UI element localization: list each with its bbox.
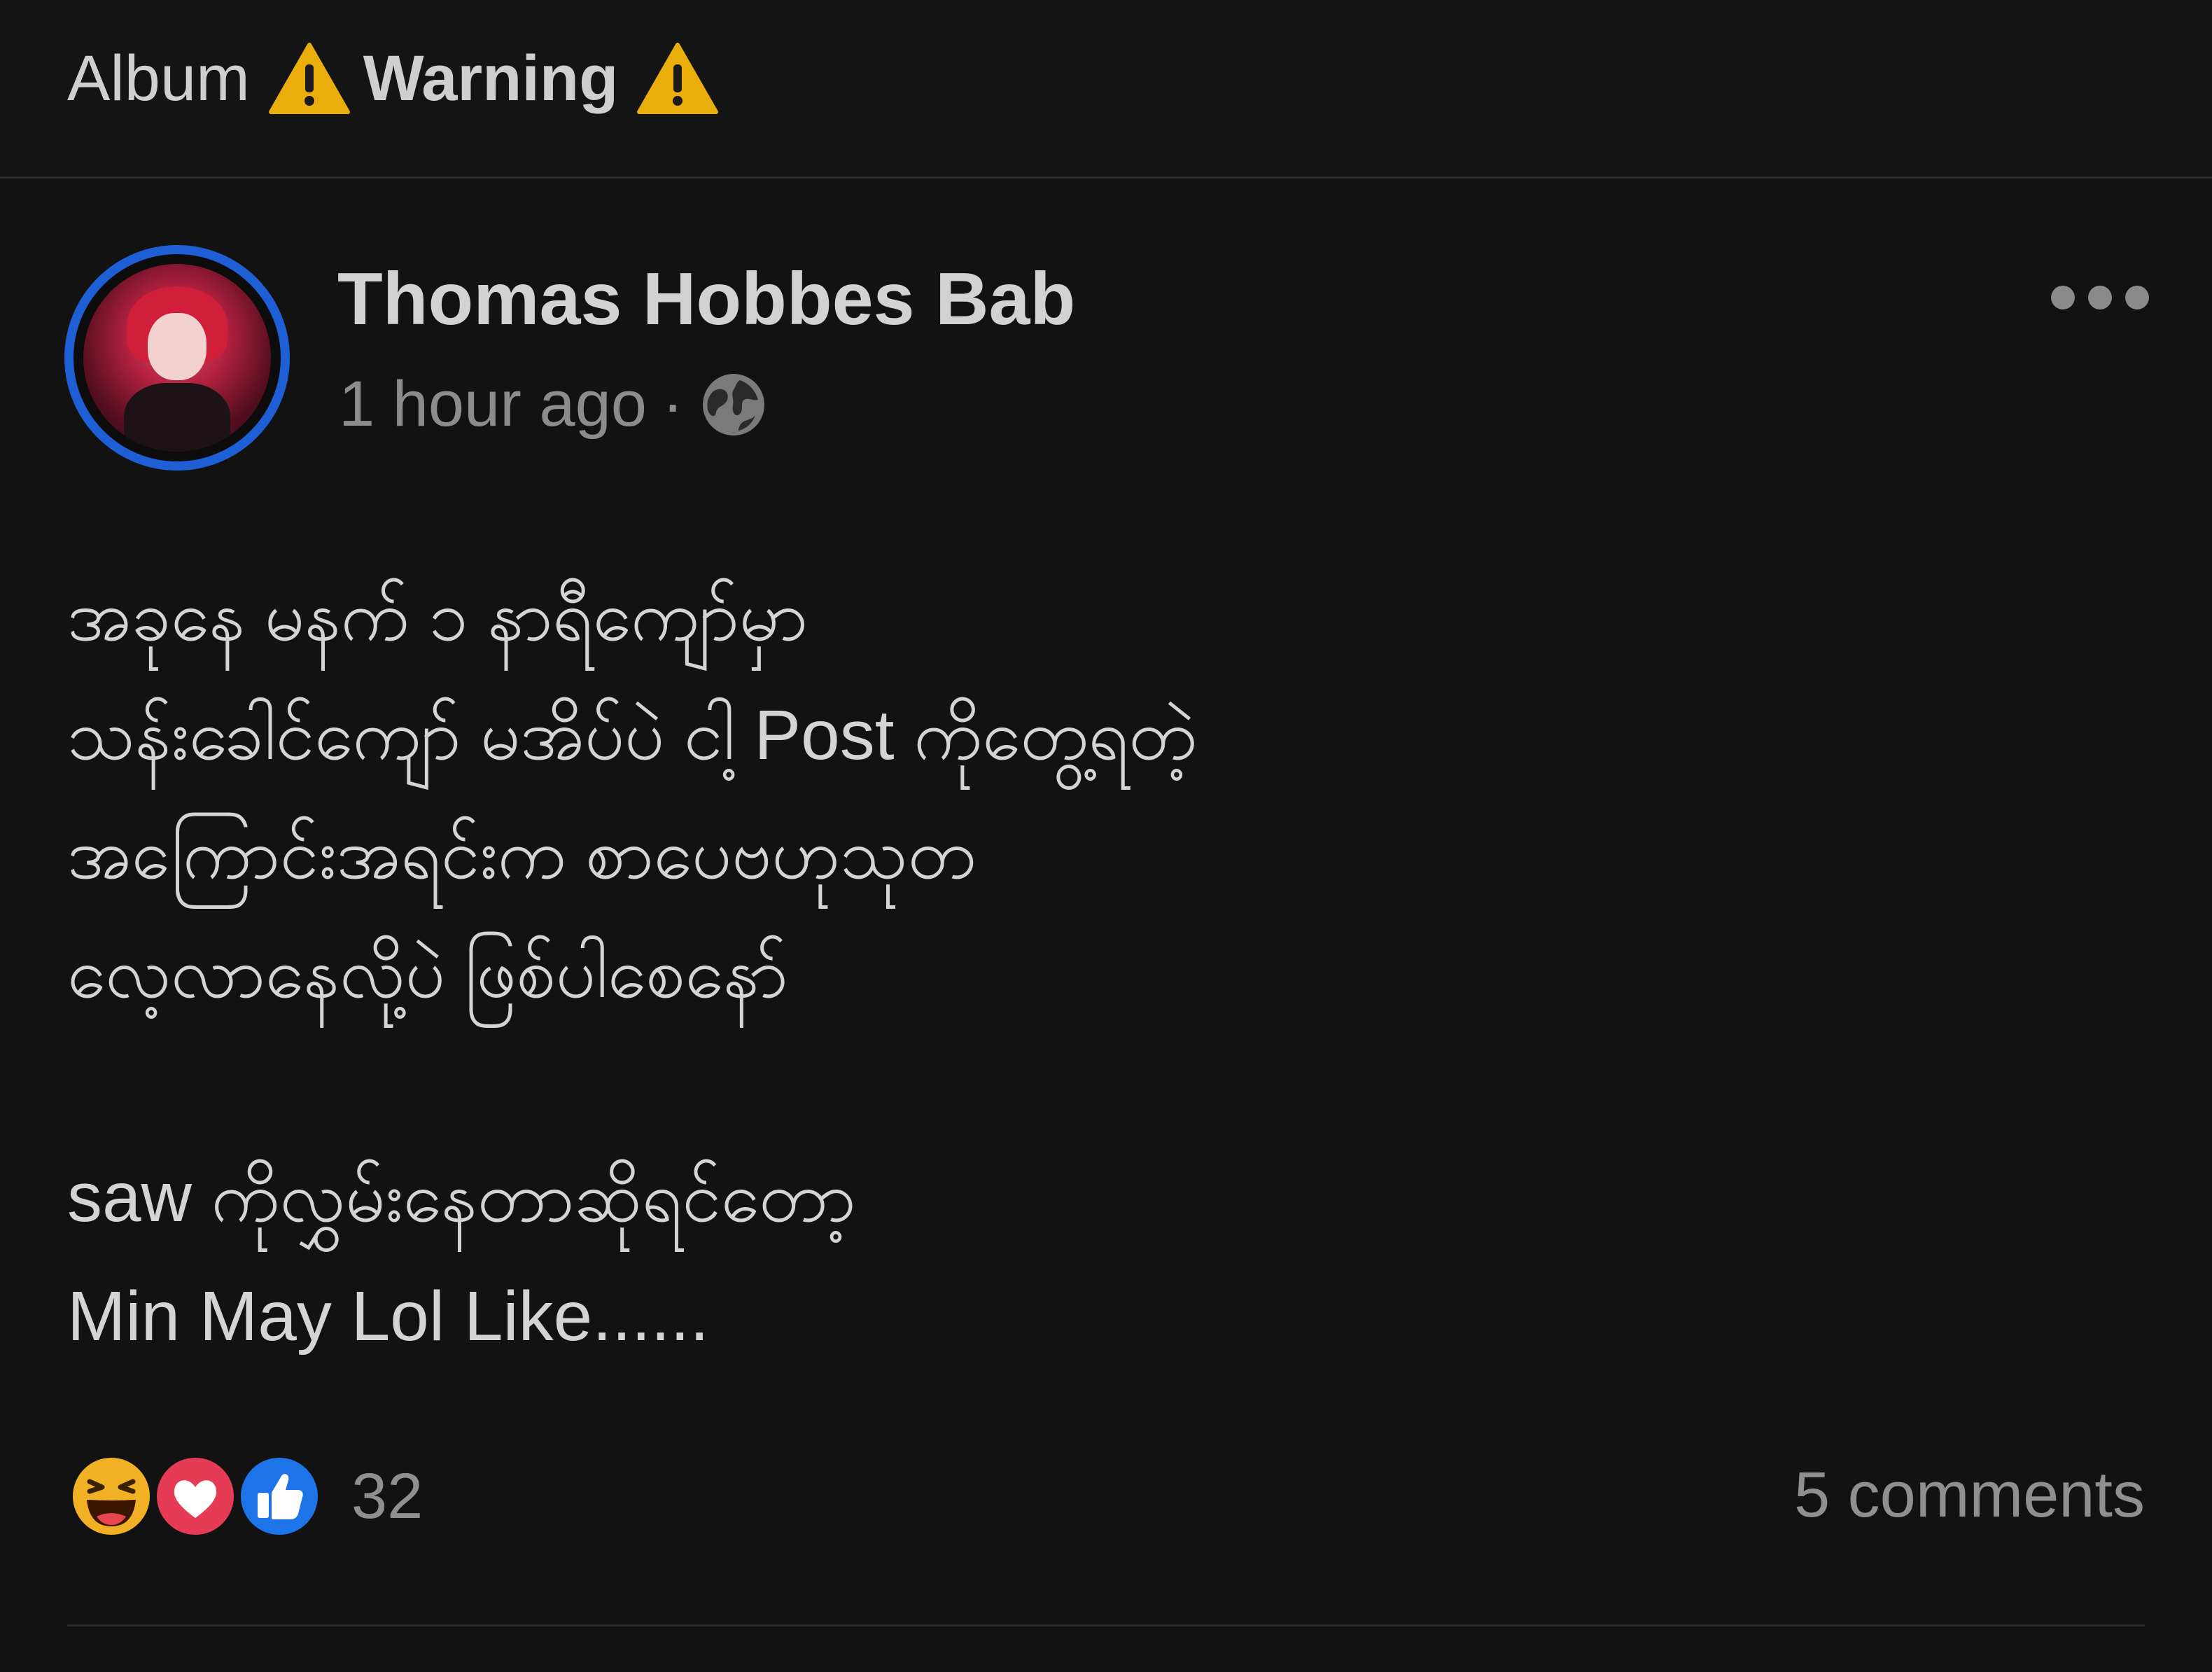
post-card: Thomas Hobbes Bab 1 hour ago · အခုနေ မနက… [0, 179, 2212, 1672]
haha-icon [66, 1451, 157, 1542]
more-options-icon [2088, 286, 2112, 309]
post-text-line: သန်းခေါင်ကျော် မအိပ်ပဲ ငါ့ Post ကိုတွေ့ရ… [67, 696, 1197, 774]
more-options-icon [2051, 286, 2075, 309]
warning-triangle-icon [268, 42, 351, 115]
globe-icon[interactable] [699, 370, 768, 439]
post-text: အခုနေ မနက် ၁ နာရီကျော်မှာ သန်းခေါင်ကျော်… [67, 557, 2097, 1376]
post-text-line: Min May Lol Like...... [67, 1277, 709, 1356]
author-name[interactable]: Thomas Hobbes Bab [337, 257, 1075, 342]
top-bar: Album Warning [0, 0, 2212, 179]
more-options-button[interactable] [2051, 277, 2149, 319]
facebook-post-screen: Album Warning Thomas Hobbes Bab 1 hour a… [0, 0, 2212, 1672]
reaction-summary[interactable]: 32 [66, 1451, 423, 1542]
avatar-face [148, 313, 206, 380]
love-icon [150, 1451, 241, 1542]
like-icon [234, 1451, 325, 1542]
post-meta: 1 hour ago · [339, 368, 768, 441]
post-text-line: လေ့လာနေလို့ပဲ ဖြစ်ပါစေနော် [67, 934, 788, 1012]
avatar-image [83, 264, 271, 452]
post-text-line: အကြောင်းအရင်းက စာပေဗဟုသုတ [67, 815, 976, 893]
album-label: Album [67, 42, 250, 114]
post-divider [67, 1624, 2145, 1626]
more-options-icon [2125, 286, 2149, 309]
avatar-body [124, 383, 230, 452]
meta-separator: · [662, 368, 684, 440]
author-avatar[interactable] [64, 245, 290, 471]
post-text-line: အခုနေ မနက် ၁ နာရီကျော်မှာ [67, 577, 808, 655]
warning-triangle-icon [636, 42, 719, 115]
post-time[interactable]: 1 hour ago [339, 368, 647, 441]
warning-label: Warning [363, 42, 619, 114]
comments-count-link[interactable]: 5 comments [1794, 1458, 2145, 1532]
post-text-line: saw ကိုလွှမ်းနေတာဆိုရင်တော့ [67, 1158, 856, 1236]
reaction-count: 32 [351, 1460, 424, 1532]
header-title: Album Warning [67, 36, 719, 120]
